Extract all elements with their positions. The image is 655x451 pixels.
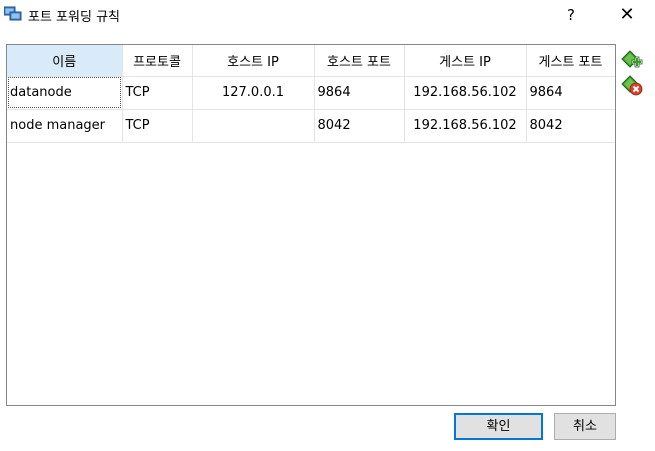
table-row[interactable]: datanode TCP 127.0.0.1 9864 192.168.56.1… [7, 76, 615, 110]
cell-host-ip[interactable]: 127.0.0.1 [192, 76, 315, 110]
cell-host-port[interactable]: 9864 [314, 76, 405, 110]
cell-guest-ip[interactable]: 192.168.56.102 [404, 76, 527, 110]
column-header-name[interactable]: 이름 [7, 45, 123, 77]
column-header-guest-port[interactable]: 게스트 포트 [526, 45, 615, 77]
cell-host-port[interactable]: 8042 [314, 109, 405, 143]
cancel-button[interactable]: 취소 [554, 413, 616, 440]
add-rule-icon[interactable] [621, 50, 643, 72]
table-row[interactable]: node manager TCP 8042 192.168.56.102 804… [7, 109, 615, 143]
cell-name[interactable]: node manager [7, 109, 123, 143]
column-header-protocol[interactable]: 프로토콜 [122, 45, 193, 77]
column-header-host-port[interactable]: 호스트 포트 [314, 45, 405, 77]
column-header-guest-ip[interactable]: 게스트 IP [404, 45, 527, 77]
cell-protocol[interactable]: TCP [122, 109, 193, 143]
remove-rule-icon[interactable] [621, 75, 643, 97]
cell-guest-ip[interactable]: 192.168.56.102 [404, 109, 527, 143]
cell-name[interactable]: datanode [7, 76, 123, 110]
cell-host-ip[interactable] [192, 109, 315, 143]
cell-guest-port[interactable]: 9864 [526, 76, 615, 110]
cell-guest-port[interactable]: 8042 [526, 109, 615, 143]
table-header-row: 이름 프로토콜 호스트 IP 호스트 포트 게스트 IP 게스트 포트 [7, 45, 615, 77]
cell-protocol[interactable]: TCP [122, 76, 193, 110]
close-button[interactable]: ✕ [612, 2, 642, 28]
ok-button[interactable]: 확인 [454, 413, 543, 440]
help-button[interactable]: ? [556, 2, 586, 28]
virtualbox-network-icon [3, 6, 22, 22]
window-title: 포트 포워딩 규칙 [28, 10, 120, 25]
port-forwarding-table: 이름 프로토콜 호스트 IP 호스트 포트 게스트 IP 게스트 포트 data… [6, 44, 616, 406]
title-bar: 포트 포워딩 규칙 ? ✕ [0, 0, 655, 30]
column-header-host-ip[interactable]: 호스트 IP [192, 45, 315, 77]
